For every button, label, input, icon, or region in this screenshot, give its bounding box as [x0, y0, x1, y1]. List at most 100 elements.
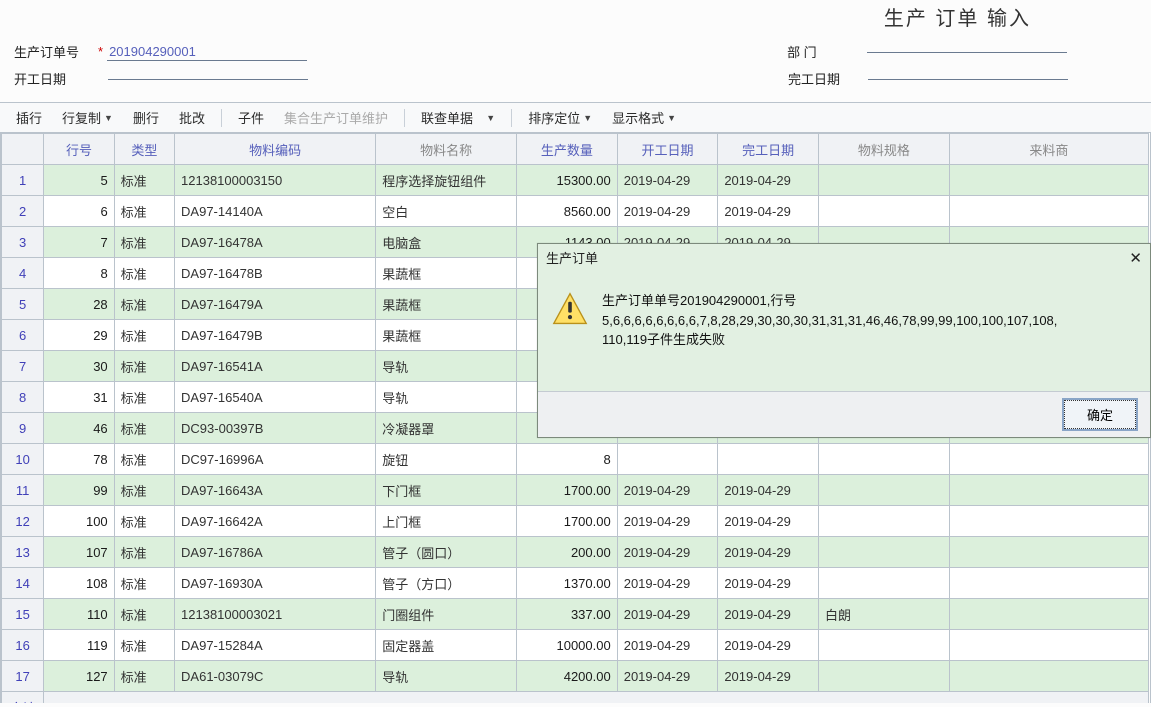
table-row[interactable]: 14108标准DA97-16930A管子（方口）1370.002019-04-2…: [2, 568, 1149, 599]
ok-button[interactable]: 确定: [1064, 400, 1136, 429]
cell-qty[interactable]: 15300.00: [517, 165, 618, 196]
cell-line-no[interactable]: 6: [44, 196, 114, 227]
cell-qty[interactable]: 10000.00: [517, 630, 618, 661]
col-type[interactable]: 类型: [114, 134, 174, 165]
cell-spec[interactable]: [818, 506, 949, 537]
cell-vendor[interactable]: [949, 568, 1148, 599]
cell-rownum[interactable]: 1: [2, 165, 44, 196]
cell-rownum[interactable]: 13: [2, 537, 44, 568]
tb-link[interactable]: 联查单据 ▼: [413, 106, 503, 129]
cell-material-code[interactable]: DA97-14140A: [175, 196, 376, 227]
cell-end[interactable]: 2019-04-29: [718, 506, 819, 537]
col-line-no[interactable]: 行号: [44, 134, 114, 165]
cell-material-code[interactable]: DA97-16478B: [175, 258, 376, 289]
cell-type[interactable]: 标准: [114, 568, 174, 599]
cell-type[interactable]: 标准: [114, 413, 174, 444]
cell-material-code[interactable]: DA97-16540A: [175, 382, 376, 413]
col-start[interactable]: 开工日期: [617, 134, 718, 165]
cell-rownum[interactable]: 3: [2, 227, 44, 258]
cell-line-no[interactable]: 5: [44, 165, 114, 196]
cell-material-name[interactable]: 管子（圆口）: [376, 537, 517, 568]
cell-material-name[interactable]: 果蔬框: [376, 320, 517, 351]
cell-rownum[interactable]: 14: [2, 568, 44, 599]
tb-delete-row[interactable]: 删行: [125, 106, 167, 129]
order-no-input[interactable]: 201904290001: [107, 43, 307, 61]
tb-copy-row[interactable]: 行复制▼: [54, 106, 121, 129]
cell-type[interactable]: 标准: [114, 506, 174, 537]
cell-type[interactable]: 标准: [114, 196, 174, 227]
cell-rownum[interactable]: 9: [2, 413, 44, 444]
col-rownum[interactable]: [2, 134, 44, 165]
cell-qty[interactable]: 1370.00: [517, 568, 618, 599]
cell-line-no[interactable]: 29: [44, 320, 114, 351]
cell-material-name[interactable]: 管子（方口）: [376, 568, 517, 599]
cell-type[interactable]: 标准: [114, 537, 174, 568]
cell-vendor[interactable]: [949, 506, 1148, 537]
cell-material-code[interactable]: DA97-16479B: [175, 320, 376, 351]
tb-batch[interactable]: 批改: [171, 106, 213, 129]
cell-line-no[interactable]: 8: [44, 258, 114, 289]
table-row[interactable]: 17127标准DA61-03079C导轨4200.002019-04-29201…: [2, 661, 1149, 692]
cell-line-no[interactable]: 28: [44, 289, 114, 320]
cell-line-no[interactable]: 127: [44, 661, 114, 692]
table-row[interactable]: 16119标准DA97-15284A固定器盖10000.002019-04-29…: [2, 630, 1149, 661]
cell-material-code[interactable]: DA97-16478A: [175, 227, 376, 258]
cell-vendor[interactable]: [949, 444, 1148, 475]
cell-qty[interactable]: 337.00: [517, 599, 618, 630]
cell-line-no[interactable]: 31: [44, 382, 114, 413]
dialog-titlebar[interactable]: 生产订单 ✕: [538, 244, 1150, 271]
cell-end[interactable]: 2019-04-29: [718, 475, 819, 506]
cell-rownum[interactable]: 6: [2, 320, 44, 351]
cell-type[interactable]: 标准: [114, 289, 174, 320]
cell-type[interactable]: 标准: [114, 475, 174, 506]
tb-child[interactable]: 子件: [230, 106, 272, 129]
cell-start[interactable]: 2019-04-29: [617, 196, 718, 227]
col-spec[interactable]: 物料规格: [818, 134, 949, 165]
cell-spec[interactable]: [818, 537, 949, 568]
cell-vendor[interactable]: [949, 196, 1148, 227]
cell-line-no[interactable]: 99: [44, 475, 114, 506]
cell-end[interactable]: 2019-04-29: [718, 568, 819, 599]
cell-end[interactable]: 2019-04-29: [718, 630, 819, 661]
cell-type[interactable]: 标准: [114, 320, 174, 351]
cell-material-name[interactable]: 导轨: [376, 661, 517, 692]
col-end[interactable]: 完工日期: [718, 134, 819, 165]
cell-end[interactable]: 2019-04-29: [718, 599, 819, 630]
cell-material-name[interactable]: 导轨: [376, 351, 517, 382]
cell-rownum[interactable]: 8: [2, 382, 44, 413]
col-material-code[interactable]: 物料编码: [175, 134, 376, 165]
col-vendor[interactable]: 来料商: [949, 134, 1148, 165]
cell-rownum[interactable]: 10: [2, 444, 44, 475]
table-row[interactable]: 1078标准DC97-16996A旋钮8: [2, 444, 1149, 475]
cell-spec[interactable]: [818, 165, 949, 196]
cell-start[interactable]: 2019-04-29: [617, 475, 718, 506]
cell-material-name[interactable]: 旋钮: [376, 444, 517, 475]
cell-type[interactable]: 标准: [114, 444, 174, 475]
cell-material-code[interactable]: DC93-00397B: [175, 413, 376, 444]
cell-spec[interactable]: 白朗: [818, 599, 949, 630]
cell-material-code[interactable]: DA97-16930A: [175, 568, 376, 599]
cell-material-name[interactable]: 果蔬框: [376, 258, 517, 289]
cell-type[interactable]: 标准: [114, 382, 174, 413]
cell-spec[interactable]: [818, 661, 949, 692]
cell-material-code[interactable]: DA61-03079C: [175, 661, 376, 692]
cell-spec[interactable]: [818, 568, 949, 599]
col-qty[interactable]: 生产数量: [517, 134, 618, 165]
cell-end[interactable]: 2019-04-29: [718, 196, 819, 227]
cell-vendor[interactable]: [949, 537, 1148, 568]
cell-vendor[interactable]: [949, 475, 1148, 506]
cell-type[interactable]: 标准: [114, 661, 174, 692]
cell-rownum[interactable]: 11: [2, 475, 44, 506]
cell-material-code[interactable]: 12138100003150: [175, 165, 376, 196]
cell-material-code[interactable]: DA97-16541A: [175, 351, 376, 382]
tb-insert-row[interactable]: 插行: [8, 106, 50, 129]
cell-spec[interactable]: [818, 475, 949, 506]
tb-sort[interactable]: 排序定位▼: [520, 106, 600, 129]
cell-line-no[interactable]: 7: [44, 227, 114, 258]
start-date-input[interactable]: [108, 77, 308, 80]
cell-start[interactable]: 2019-04-29: [617, 165, 718, 196]
cell-material-name[interactable]: 电脑盒: [376, 227, 517, 258]
cell-rownum[interactable]: 2: [2, 196, 44, 227]
table-row[interactable]: 15110标准12138100003021门圈组件337.002019-04-2…: [2, 599, 1149, 630]
cell-material-name[interactable]: 上门框: [376, 506, 517, 537]
